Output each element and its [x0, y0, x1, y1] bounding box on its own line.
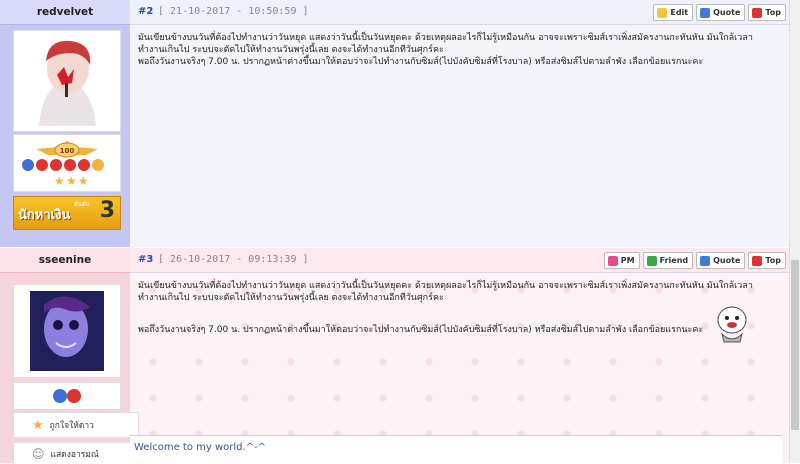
signature-text: Welcome to my world.^-^	[134, 442, 267, 453]
post-header: #3 [ 26-10-2017 - 09:13:39 ] PM Friend Q…	[130, 248, 790, 273]
banner-small: อันดับ	[74, 201, 90, 208]
banner-number: 3	[99, 198, 115, 223]
post-date: [ 26-10-2017 - 09:13:39 ]	[158, 254, 309, 265]
user-sidebar: redvelvet 100 ★ ★ ★ นักหาเงิน อันดับ 3	[0, 0, 130, 247]
post-main: #3 [ 26-10-2017 - 09:13:39 ] PM Friend Q…	[130, 248, 790, 463]
mail-icon	[607, 255, 618, 266]
post-line: มันเขียนข้างบนวันที่ต้องไปทำงานว่าวันหยุ…	[138, 33, 753, 43]
arrow-up-icon	[752, 7, 763, 18]
avatar[interactable]	[13, 30, 121, 132]
smiley-icon: ☺	[32, 446, 45, 461]
pencil-icon	[657, 7, 668, 18]
signature: Welcome to my world.^-^	[130, 435, 782, 463]
username[interactable]: sseenine	[0, 248, 130, 273]
friend-icon	[646, 255, 657, 266]
post-line: ทำงานเกินไป ระบบจะตัดไปให้ทำงานวันพรุ่งน…	[138, 293, 444, 303]
post-line: พอถึงวันงานจริงๆ 7.00 น. ปรากฏหน้าต่างขึ…	[138, 325, 704, 335]
like-button[interactable]: ★ ถูกใจให้ดาว	[13, 412, 139, 438]
svg-text:★: ★	[66, 174, 77, 188]
post-body: มันเขียนข้างบนวันที่ต้องไปทำงานว่าวันหยุ…	[138, 280, 780, 336]
post-line: ทำงานเกินไป ระบบจะตัดไปให้ทำงานวันพรุ่งน…	[138, 45, 444, 55]
banner-text: นักหาเงิน	[18, 208, 71, 223]
post-body: มันเขียนข้างบนวันที่ต้องไปทำงานว่าวันหยุ…	[138, 32, 780, 68]
mood-button[interactable]: ☺ แสดงอารมณ์	[13, 442, 139, 464]
scrollbar[interactable]	[789, 0, 800, 463]
rank-badge	[13, 382, 121, 410]
username[interactable]: redvelvet	[0, 0, 130, 25]
mood-label: แสดงอารมณ์	[50, 449, 99, 460]
post-line: พอถึงวันงานจริงๆ 7.00 น. ปรากฏหน้าต่างขึ…	[138, 57, 704, 67]
post-actions: Edit Quote Top	[653, 4, 786, 21]
rank-badge: 100 ★ ★ ★	[13, 134, 121, 192]
post-line: มันเขียนข้างบนวันที่ต้องไปทำงานว่าวันหยุ…	[138, 281, 753, 291]
scrollbar-thumb[interactable]	[791, 260, 799, 430]
top-button[interactable]: Top	[748, 4, 786, 21]
svg-text:★: ★	[78, 174, 89, 188]
rank-level: 100	[60, 147, 75, 155]
quote-button[interactable]: Quote	[696, 252, 746, 269]
post-2: redvelvet 100 ★ ★ ★ นักหาเงิน อันดับ 3 #…	[0, 0, 790, 247]
post-3: sseenine ★ ถูกใจให้ดาว ☺ แสดงอารมณ์ #3 […	[0, 248, 790, 464]
user-sidebar: sseenine ★ ถูกใจให้ดาว ☺ แสดงอารมณ์	[0, 248, 139, 464]
like-label: ถูกใจให้ดาว	[49, 421, 94, 431]
post-main: #2 [ 21-10-2017 - 10:50:59 ] Edit Quote …	[130, 0, 790, 247]
star-icon: ★	[32, 417, 44, 433]
rank-banner: นักหาเงิน อันดับ 3	[13, 196, 121, 230]
post-number[interactable]: #2	[138, 6, 153, 17]
top-button[interactable]: Top	[748, 252, 786, 269]
post-number[interactable]: #3	[138, 254, 153, 265]
arrow-up-icon	[752, 255, 763, 266]
quote-icon	[700, 7, 711, 18]
sticker-image	[714, 304, 750, 344]
edit-button[interactable]: Edit	[653, 4, 694, 21]
quote-button[interactable]: Quote	[696, 4, 746, 21]
pm-button[interactable]: PM	[603, 252, 640, 269]
quote-icon	[700, 255, 711, 266]
post-actions: PM Friend Quote Top	[603, 252, 786, 269]
post-header: #2 [ 21-10-2017 - 10:50:59 ] Edit Quote …	[130, 0, 790, 25]
svg-text:★: ★	[54, 174, 65, 188]
avatar[interactable]	[13, 284, 121, 378]
post-date: [ 21-10-2017 - 10:50:59 ]	[158, 6, 309, 17]
friend-button[interactable]: Friend	[642, 252, 694, 269]
